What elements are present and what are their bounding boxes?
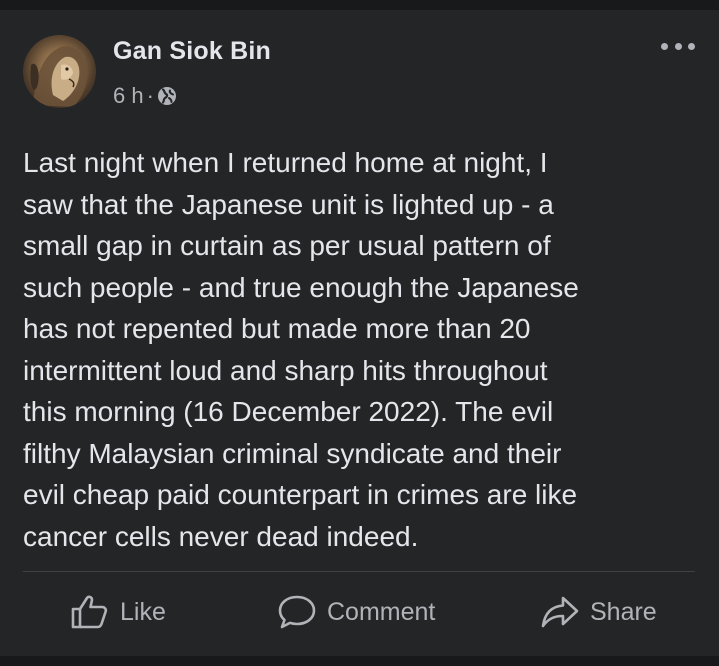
more-dot	[674, 42, 682, 50]
post-text: Last night when I returned home at night…	[23, 147, 579, 552]
post-actions: Like Comment Share	[0, 584, 719, 644]
meta-separator: ·	[146, 83, 154, 108]
more-dot	[688, 42, 695, 50]
comment-icon	[278, 595, 316, 629]
post-meta: 6 h ·	[113, 83, 177, 109]
lion-avatar-image	[30, 46, 88, 107]
more-dot	[661, 42, 668, 50]
share-icon	[541, 596, 579, 628]
globe-icon[interactable]	[157, 86, 177, 106]
post-card: Gan Siok Bin 6 h · Last night when I ret…	[0, 10, 719, 656]
share-label: Share	[590, 597, 657, 626]
actions-divider	[23, 571, 695, 572]
more-options-icon[interactable]	[661, 36, 695, 56]
author-name[interactable]: Gan Siok Bin	[113, 37, 271, 66]
thumbs-up-icon	[71, 595, 108, 629]
post-time[interactable]: 6 h	[113, 83, 144, 109]
like-label: Like	[120, 597, 166, 626]
like-button[interactable]: Like	[70, 594, 166, 630]
avatar[interactable]	[23, 35, 96, 108]
comment-button[interactable]: Comment	[277, 594, 435, 630]
share-button[interactable]: Share	[540, 594, 657, 630]
comment-label: Comment	[327, 597, 436, 626]
